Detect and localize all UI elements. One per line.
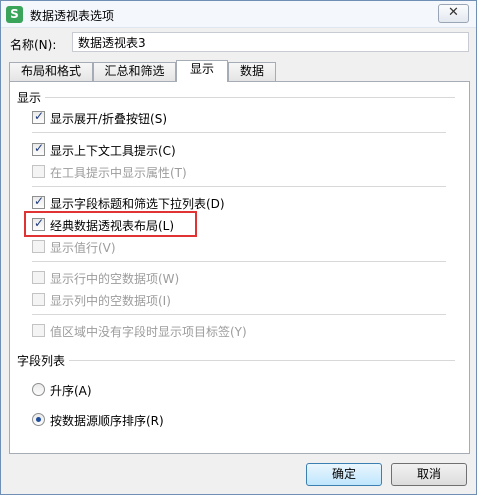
window-title: 数据透视表选项 [30, 9, 115, 23]
ascending-label: 升序(A) [50, 384, 92, 398]
field-list-section-divider [69, 360, 455, 361]
display-section-divider [45, 97, 455, 98]
title-bar: S 数据透视表选项 ✕ [1, 1, 476, 28]
item-labels-checkbox [32, 324, 45, 337]
value-row-label: 显示值行(V) [50, 241, 116, 255]
field-list-section-title: 字段列表 [17, 354, 66, 368]
pivot-options-dialog: S 数据透视表选项 ✕ 名称(N): 布局和格式 汇总和筛选 显示 数据 显示 … [0, 0, 477, 495]
expand-collapse-label: 显示展开/折叠按钮(S) [50, 112, 168, 126]
name-input[interactable] [72, 32, 469, 52]
empty-cols-label: 显示列中的空数据项(I) [50, 294, 171, 308]
name-label: 名称(N): [10, 38, 57, 52]
tab-display[interactable]: 显示 [176, 60, 228, 82]
value-row-checkbox [32, 240, 45, 253]
tooltips-label: 显示上下文工具提示(C) [50, 144, 176, 158]
group-divider-2 [32, 186, 446, 187]
field-captions-label: 显示字段标题和筛选下拉列表(D) [50, 197, 225, 211]
display-section-title: 显示 [17, 91, 42, 105]
group-divider-3 [32, 261, 446, 262]
app-logo-icon: S [6, 6, 23, 23]
close-button[interactable]: ✕ [438, 4, 469, 23]
tab-layout-format[interactable]: 布局和格式 [9, 62, 93, 81]
source-order-radio[interactable] [32, 413, 45, 426]
empty-rows-checkbox [32, 271, 45, 284]
ascending-radio[interactable] [32, 383, 45, 396]
tooltip-properties-label: 在工具提示中显示属性(T) [50, 166, 187, 180]
tooltip-properties-checkbox [32, 165, 45, 178]
tab-totals-filters[interactable]: 汇总和筛选 [93, 62, 176, 81]
field-captions-checkbox[interactable] [32, 194, 45, 209]
tooltips-checkbox[interactable] [32, 141, 45, 156]
ok-button[interactable]: 确定 [306, 463, 382, 486]
empty-rows-label: 显示行中的空数据项(W) [50, 272, 180, 286]
expand-collapse-checkbox[interactable] [32, 109, 45, 124]
empty-cols-checkbox [32, 293, 45, 306]
group-divider-1 [32, 132, 446, 133]
source-order-label: 按数据源顺序排序(R) [50, 414, 164, 428]
cancel-button[interactable]: 取消 [391, 463, 467, 486]
close-icon: ✕ [448, 5, 459, 20]
item-labels-label: 值区域中没有字段时显示项目标签(Y) [50, 325, 247, 339]
tab-data[interactable]: 数据 [228, 62, 276, 81]
highlight-annotation-box [24, 211, 197, 237]
group-divider-4 [32, 314, 446, 315]
